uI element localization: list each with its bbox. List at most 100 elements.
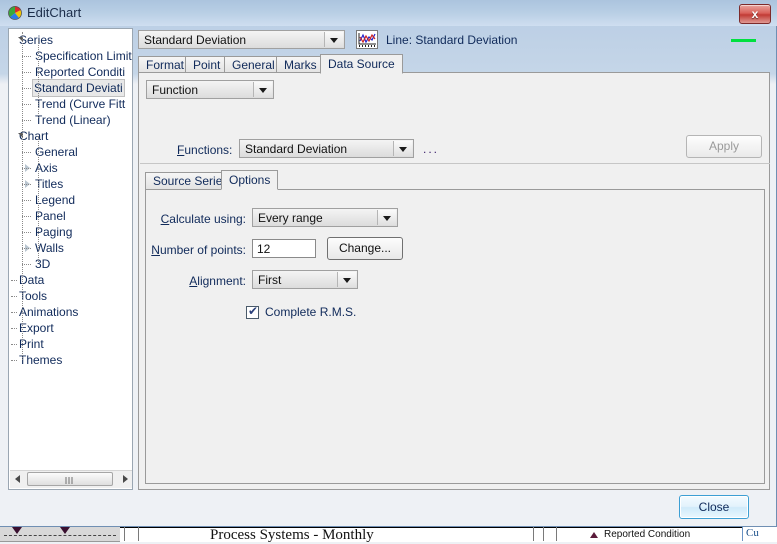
outer-tab-strip: Format Point General Marks Data Source <box>138 54 770 74</box>
tab-label: Data Source <box>328 57 395 71</box>
tree-item-tools[interactable]: Tools <box>9 288 132 304</box>
tab-general[interactable]: General <box>224 56 283 73</box>
tree-item-label: 3D <box>35 257 51 271</box>
tab-marks[interactable]: Marks <box>276 56 325 73</box>
dialog-content-panel: Standard Deviation Line: Standard Deviat… <box>138 28 770 490</box>
tree-item-label: Themes <box>19 353 63 367</box>
tab-format[interactable]: Format <box>138 56 193 73</box>
tree-item-trend-linear[interactable]: Trend (Linear) <box>9 112 132 128</box>
background-plot-marker-2 <box>60 527 70 534</box>
alignment-label: Alignment: <box>189 274 246 288</box>
scrollbar-thumb[interactable] <box>27 472 113 486</box>
tree-item-walls[interactable]: Walls <box>9 240 132 256</box>
alignment-dropdown-button[interactable] <box>337 272 356 287</box>
apply-button[interactable]: Apply <box>686 135 762 158</box>
calculate-using-label: Calculate using: <box>160 212 246 226</box>
series-select[interactable]: Standard Deviation <box>138 30 345 49</box>
tree-item-paging[interactable]: Paging <box>9 224 132 240</box>
tab-label: General <box>232 58 275 72</box>
tree-item-standard-deviati[interactable]: Standard Deviati <box>9 79 132 97</box>
tree-item-label: Axis <box>35 161 58 175</box>
alignment-value: First <box>258 273 282 287</box>
chevron-down-icon <box>383 215 391 221</box>
tree-item-specification-limit[interactable]: Specification Limit <box>9 48 132 64</box>
data-source-tab-page: Function Functions: Standard Deviation .… <box>138 72 770 490</box>
background-separator <box>543 527 544 541</box>
tab-label: Options <box>229 173 271 187</box>
tab-label: Source Series <box>153 174 229 188</box>
functions-more-button[interactable]: ... <box>421 141 441 157</box>
line-series-icon <box>356 30 378 49</box>
series-color-preview <box>731 39 756 42</box>
calculate-using-dropdown-button[interactable] <box>377 210 396 225</box>
background-separator <box>138 527 139 541</box>
number-of-points-input[interactable] <box>252 239 316 258</box>
tree-item-export[interactable]: Export <box>9 320 132 336</box>
background-plot-dashline <box>4 535 116 536</box>
tab-data-source[interactable]: Data Source <box>320 54 403 74</box>
functions-label: Functions: <box>177 143 233 157</box>
background-separator <box>124 527 125 541</box>
checkmark-icon: ✔ <box>248 304 259 318</box>
tree-item-axis[interactable]: Axis <box>9 160 132 176</box>
tree-item-themes[interactable]: Themes <box>9 352 132 368</box>
edit-chart-dialog: EditChart x Series Specification Limit Rep… <box>0 0 777 527</box>
tab-label: Format <box>146 58 185 72</box>
tree-item-general[interactable]: General <box>9 144 132 160</box>
tree-item-label: Trend (Curve Fitt <box>35 97 126 111</box>
calculate-using-select[interactable]: Every range <box>252 208 398 227</box>
tree-item-reported-conditi[interactable]: Reported Conditi <box>9 64 132 80</box>
tree-horizontal-scrollbar[interactable] <box>10 470 132 488</box>
background-left-plot <box>0 527 120 542</box>
tab-point[interactable]: Point <box>185 56 229 73</box>
tree-connector <box>11 360 17 361</box>
data-source-type-value: Function <box>152 83 199 97</box>
tree-guide-line <box>38 40 40 118</box>
dialog-title: EditChart <box>27 5 82 20</box>
tree-item-label: Standard Deviati <box>32 79 125 97</box>
options-tab-page: Calculate using: Every range Number of p… <box>145 189 765 484</box>
alignment-select[interactable]: First <box>252 270 358 289</box>
complete-rms-checkbox[interactable]: ✔ <box>246 304 259 319</box>
tree-item-data[interactable]: Data <box>9 272 132 288</box>
navigation-tree[interactable]: Series Specification Limit Reported Condit… <box>8 28 133 490</box>
background-separator <box>556 527 557 541</box>
tree-item-panel[interactable]: Panel <box>9 208 132 224</box>
data-source-type-dropdown-button[interactable] <box>253 82 272 97</box>
tree-connector <box>11 280 17 281</box>
functions-select-dropdown-button[interactable] <box>393 141 412 156</box>
tree-item-label: Reported Conditi <box>35 65 126 79</box>
tree-item-animations[interactable]: Animations <box>9 304 132 320</box>
scroll-right-icon[interactable] <box>123 475 128 483</box>
chevron-down-icon <box>259 87 267 93</box>
inner-tab-options[interactable]: Options <box>221 170 279 190</box>
series-select-dropdown-button[interactable] <box>324 32 343 47</box>
tree-connector <box>11 296 17 297</box>
dialog-titlebar[interactable]: EditChart x <box>0 0 777 26</box>
chart-colors-icon <box>8 6 22 20</box>
tree-item-print[interactable]: Print <box>9 336 132 352</box>
scroll-left-icon[interactable] <box>15 475 20 483</box>
data-source-type-select[interactable]: Function <box>146 80 274 99</box>
functions-select[interactable]: Standard Deviation <box>239 139 414 158</box>
chevron-down-icon <box>399 146 407 152</box>
calculate-using-value: Every range <box>258 211 323 225</box>
tree-item-series[interactable]: Series <box>9 32 132 48</box>
tree-item-3d[interactable]: 3D <box>9 256 132 272</box>
tree-item-label: Trend (Linear) <box>35 113 111 127</box>
tree-item-legend[interactable]: Legend <box>9 192 132 208</box>
tree-item-chart[interactable]: Chart <box>9 128 132 144</box>
tree-item-trend-curve-fitt[interactable]: Trend (Curve Fitt <box>9 96 132 112</box>
tree-guide-line <box>22 32 24 360</box>
tree-item-label: General <box>35 145 78 159</box>
tab-label: Marks <box>284 58 317 72</box>
close-dialog-button[interactable]: Close <box>679 495 749 519</box>
tree-connector <box>11 312 17 313</box>
complete-rms-label: Complete R.M.S. <box>265 305 357 319</box>
change-button[interactable]: Change... <box>327 237 403 260</box>
background-chart-title: Process Systems - Monthly <box>210 527 374 543</box>
window-close-button[interactable]: x <box>739 4 771 24</box>
tree-item-titles[interactable]: Titles <box>9 176 132 192</box>
background-separator <box>533 527 534 541</box>
tree-connector <box>11 328 17 329</box>
